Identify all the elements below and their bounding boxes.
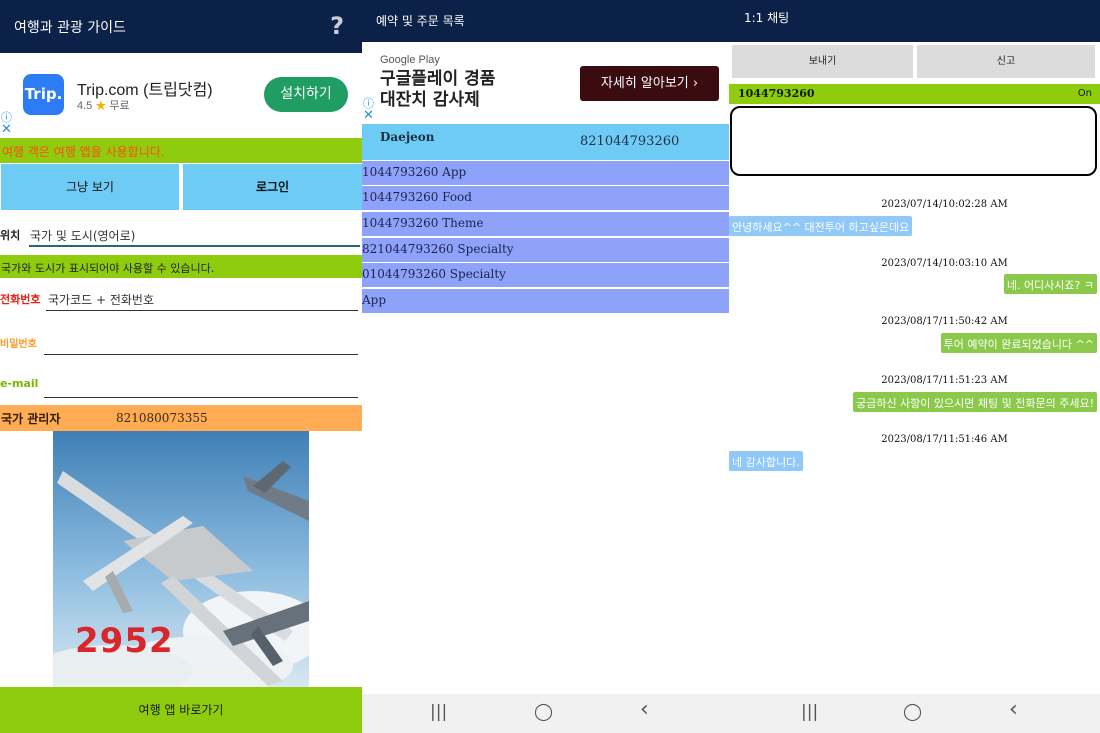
admin-label: 국가 관리자	[1, 412, 61, 426]
ad-headline: 구글플레이 경품 대잔치 감사제	[380, 69, 495, 111]
admin-number[interactable]: 821080073355	[116, 411, 208, 425]
outgoing-message: 투어 예약이 완료되었습니다 ^^	[940, 333, 1097, 353]
email-underline	[44, 397, 358, 398]
outgoing-message: 궁금하신 사항이 있으시면 채팅 및 전화문의 주세요!	[853, 392, 1097, 412]
order-row[interactable]: 1044793260 App	[362, 161, 729, 185]
app-header: 여행과 관광 가이드 ?	[0, 0, 362, 53]
location-label: 위치	[0, 229, 21, 242]
ad-app-meta: 4.5 ★ 무료	[77, 97, 130, 113]
ad-banner-google-play[interactable]: Google Play 구글플레이 경품 대잔치 감사제 자세히 알아보기 › …	[362, 42, 729, 124]
phone-input[interactable]: 국가코드 + 전화번호	[48, 291, 154, 308]
chat-screen: 1:1 채팅 보내기 신고 1044793260 On 2023/07/14/1…	[729, 0, 1100, 733]
ad-headline-line1: 구글플레이 경품	[380, 69, 496, 89]
guide-screen: 여행과 관광 가이드 ? Trip. Trip.com (트립닷컴) 4.5 ★…	[0, 0, 362, 733]
online-status: On	[1077, 88, 1092, 99]
trip-logo-icon: Trip.	[23, 74, 64, 115]
location-number: 821044793260	[580, 134, 680, 149]
login-button[interactable]: 로그인	[183, 164, 362, 210]
ad-banner-trip[interactable]: Trip. Trip.com (트립닷컴) 4.5 ★ 무료 설치하기 ⓘ ✕	[0, 53, 362, 138]
orders-title: 예약 및 주문 목록	[376, 14, 465, 28]
report-button[interactable]: 신고	[917, 45, 1095, 78]
order-row[interactable]: App	[362, 289, 729, 313]
message-input[interactable]	[730, 106, 1097, 176]
orders-header: 예약 및 주문 목록	[362, 0, 729, 42]
ad-close-icon[interactable]: ✕	[1, 122, 12, 137]
outgoing-message: 네. 어디사시죠? ㅋ	[1003, 274, 1097, 294]
chat-user-number: 1044793260	[738, 87, 815, 100]
orders-screen: 예약 및 주문 목록 Google Play 구글플레이 경품 대잔치 감사제 …	[362, 0, 729, 733]
learn-more-button[interactable]: 자세히 알아보기 ›	[580, 66, 719, 101]
message-timestamp: 2023/08/17/11:51:23 AM	[881, 375, 1008, 386]
phone-label: 전화번호	[0, 293, 41, 306]
ad-headline-line2: 대잔치 감사제	[380, 90, 480, 110]
password-label: 비밀번호	[0, 339, 37, 350]
chat-header: 1:1 채팅	[729, 0, 1100, 42]
order-row[interactable]: 821044793260 Specialty	[362, 238, 729, 262]
send-button[interactable]: 보내기	[732, 45, 913, 78]
city-label: Daejeon	[380, 130, 435, 144]
country-admin-bar: 국가 관리자 821080073355	[0, 405, 362, 431]
ad-price: 무료	[109, 100, 130, 112]
order-row[interactable]: 1044793260 Theme	[362, 212, 729, 236]
location-field[interactable]: 위치 국가 및 도시(영어로)	[0, 217, 362, 257]
star-icon: ★	[95, 100, 107, 112]
password-field[interactable]: 비밀번호	[0, 326, 362, 366]
recent-apps-icon[interactable]: |||	[430, 702, 447, 722]
back-icon[interactable]: ‹	[640, 697, 649, 722]
promo-poster[interactable]: 2952	[53, 431, 309, 687]
location-row[interactable]: Daejeon 821044793260	[362, 124, 729, 160]
chat-user-bar: 1044793260 On	[729, 84, 1100, 104]
order-row[interactable]: 01044793260 Specialty	[362, 263, 729, 287]
home-icon[interactable]: ◯	[903, 702, 922, 722]
ad-source: Google Play	[380, 54, 440, 66]
message-timestamp: 2023/07/14/10:02:28 AM	[881, 199, 1008, 210]
incoming-message: 네 감사합니다.	[729, 451, 803, 471]
message-timestamp: 2023/07/14/10:03:10 AM	[881, 258, 1008, 269]
system-nav-bar: ||| ◯ ‹	[729, 694, 1100, 733]
home-icon[interactable]: ◯	[534, 702, 553, 722]
email-label: e-mail	[0, 377, 39, 390]
auth-buttons: 그냥 보기 로그인	[0, 163, 362, 211]
order-row[interactable]: 1044793260 Food	[362, 186, 729, 210]
location-input[interactable]: 국가 및 도시(영어로)	[30, 227, 135, 244]
message-timestamp: 2023/08/17/11:51:46 AM	[881, 434, 1008, 445]
email-field[interactable]: e-mail	[0, 370, 362, 410]
phone-underline	[46, 310, 358, 311]
chat-title: 1:1 채팅	[744, 11, 790, 25]
ad-rating: 4.5	[77, 100, 93, 112]
help-icon[interactable]: ?	[330, 12, 344, 40]
poster-number: 2952	[75, 621, 174, 661]
app-title: 여행과 관광 가이드	[14, 20, 126, 36]
install-button[interactable]: 설치하기	[264, 77, 348, 112]
message-timestamp: 2023/08/17/11:50:42 AM	[881, 316, 1008, 327]
guest-notice: 여행 객은 여행 앱을 사용합니다.	[0, 138, 362, 163]
back-icon[interactable]: ‹	[1009, 697, 1018, 722]
incoming-message: 안녕하세요^^ 대전투어 하고싶은데요	[729, 216, 913, 236]
guest-view-button[interactable]: 그냥 보기	[1, 164, 179, 210]
ad-close-icon[interactable]: ✕	[363, 108, 374, 123]
location-underline	[29, 245, 360, 247]
country-notice: 국가와 도시가 표시되어야 사용할 수 있습니다.	[0, 255, 362, 278]
go-to-travel-app-button[interactable]: 여행 앱 바로가기	[0, 687, 362, 733]
phone-field[interactable]: 전화번호 국가코드 + 전화번호	[0, 282, 362, 322]
system-nav-bar: ||| ◯ ‹	[362, 694, 729, 733]
recent-apps-icon[interactable]: |||	[801, 702, 818, 722]
password-underline	[44, 354, 358, 355]
